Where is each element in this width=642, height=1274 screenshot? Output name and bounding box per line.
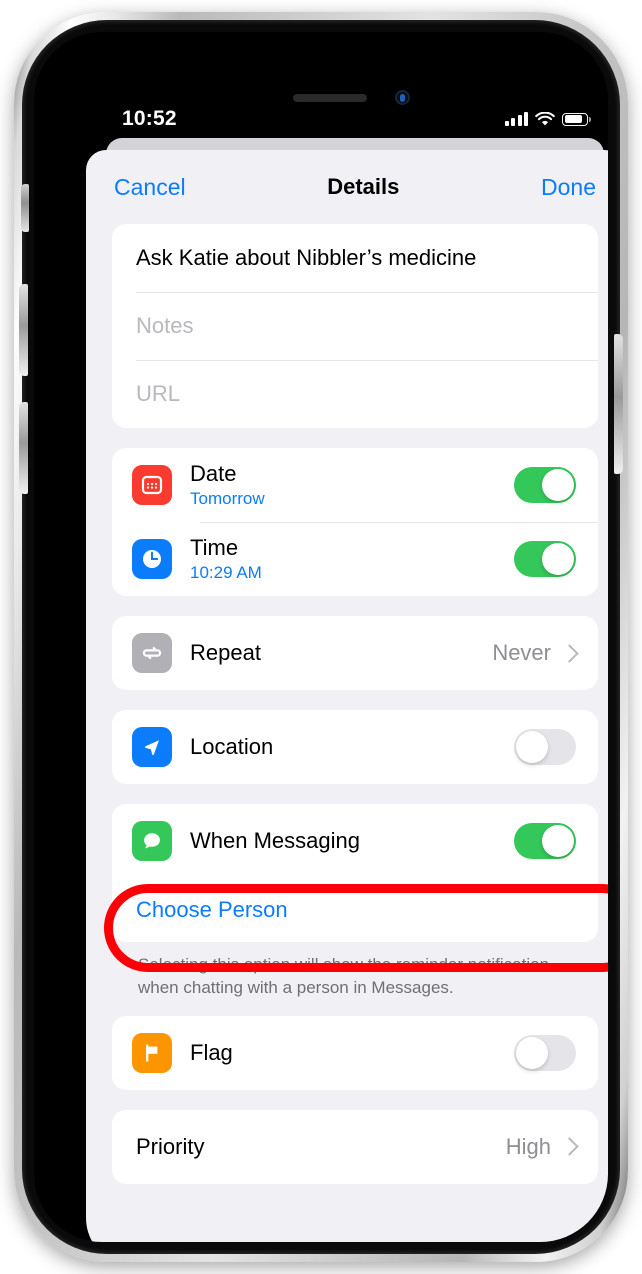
- url-input[interactable]: URL: [112, 360, 598, 428]
- page-title: Details: [327, 174, 400, 199]
- row-location-text: Location: [190, 734, 514, 759]
- row-location-label: Location: [190, 734, 274, 760]
- location-toggle[interactable]: [514, 729, 576, 765]
- text-fields-card: Ask Katie about Nibbler’s medicine Notes…: [112, 224, 598, 428]
- toggle-knob: [542, 825, 574, 857]
- date-toggle[interactable]: [514, 467, 576, 503]
- chevron-right-icon: [560, 1137, 579, 1157]
- earpiece-speaker: [293, 94, 367, 102]
- time-toggle[interactable]: [514, 541, 576, 577]
- row-repeat-value: Never: [492, 640, 551, 665]
- toggle-knob: [542, 469, 574, 501]
- phone-screen: 10:52 Cancel Details Done Ask Katie abou…: [86, 72, 608, 1242]
- status-bar: 10:52: [86, 102, 608, 136]
- location-arrow-icon: [132, 727, 172, 767]
- row-date-text: Date Tomorrow: [190, 461, 514, 508]
- row-time-text: Time 10:29 AM: [190, 535, 514, 582]
- row-repeat-text: Repeat: [190, 640, 492, 665]
- when-messaging-label: When Messaging: [190, 828, 360, 854]
- message-bubble-icon: [132, 821, 172, 861]
- toggle-knob: [516, 731, 548, 763]
- status-bar-indicators: [504, 111, 591, 127]
- toggle-knob: [542, 543, 574, 575]
- done-button[interactable]: Done: [541, 174, 596, 201]
- calendar-icon: [132, 465, 172, 505]
- row-priority-value: High: [505, 1133, 551, 1159]
- repeat-card: Repeat Never: [112, 616, 598, 690]
- choose-person-button[interactable]: Choose Person: [112, 878, 598, 942]
- battery-icon: [562, 112, 591, 126]
- when-messaging-row[interactable]: When Messaging: [112, 804, 598, 878]
- phone-bezel: 10:52 Cancel Details Done Ask Katie abou…: [34, 32, 608, 1242]
- volume-up-button[interactable]: [19, 284, 28, 376]
- row-priority-label: Priority: [136, 1134, 205, 1160]
- row-flag-text: Flag: [190, 1040, 514, 1065]
- row-time[interactable]: Time 10:29 AM: [112, 522, 598, 596]
- when-messaging-toggle[interactable]: [514, 823, 576, 859]
- volume-down-button[interactable]: [19, 402, 28, 494]
- cancel-button[interactable]: Cancel: [114, 174, 186, 201]
- signal-bars-icon: [504, 112, 528, 126]
- date-time-card: Date Tomorrow Time 10:29 AM: [112, 448, 598, 596]
- row-time-value[interactable]: 10:29 AM: [190, 563, 514, 583]
- when-messaging-text: When Messaging: [190, 828, 514, 853]
- when-messaging-card: When Messaging Choose Person: [112, 804, 598, 942]
- row-flag[interactable]: Flag: [112, 1016, 598, 1090]
- toggle-knob: [516, 1036, 548, 1069]
- row-flag-label: Flag: [190, 1040, 233, 1066]
- priority-card: Priority High: [112, 1109, 598, 1184]
- wifi-icon: [535, 111, 555, 127]
- modal-navigation-bar: Cancel Details Done: [86, 150, 608, 224]
- details-modal-sheet: Cancel Details Done Ask Katie about Nibb…: [86, 150, 608, 1242]
- row-location[interactable]: Location: [112, 710, 598, 784]
- flag-card: Flag: [112, 1015, 598, 1090]
- row-date-value[interactable]: Tomorrow: [190, 489, 514, 509]
- row-repeat-label: Repeat: [190, 640, 261, 666]
- mute-switch-button[interactable]: [21, 184, 29, 232]
- notes-input[interactable]: Notes: [112, 292, 598, 360]
- repeat-icon: [132, 633, 172, 673]
- chevron-right-icon: [560, 643, 579, 663]
- when-messaging-footnote: Selecting this option will show the remi…: [138, 955, 550, 997]
- row-repeat[interactable]: Repeat Never: [112, 616, 598, 690]
- row-time-label: Time: [190, 535, 239, 561]
- flag-toggle[interactable]: [514, 1034, 576, 1071]
- row-priority[interactable]: Priority High: [112, 1110, 598, 1184]
- power-button[interactable]: [614, 334, 623, 474]
- row-date[interactable]: Date Tomorrow: [112, 448, 598, 522]
- location-card: Location: [112, 710, 598, 784]
- row-date-label: Date: [190, 461, 237, 487]
- clock-icon: [132, 539, 172, 579]
- details-form-content: Ask Katie about Nibbler’s medicine Notes…: [86, 224, 608, 1184]
- flag-icon: [132, 1032, 172, 1073]
- title-input[interactable]: Ask Katie about Nibbler’s medicine: [112, 224, 598, 292]
- row-priority-text: Priority: [136, 1134, 506, 1159]
- status-bar-time: 10:52: [122, 107, 177, 130]
- phone-device-frame: 10:52 Cancel Details Done Ask Katie abou…: [14, 12, 628, 1262]
